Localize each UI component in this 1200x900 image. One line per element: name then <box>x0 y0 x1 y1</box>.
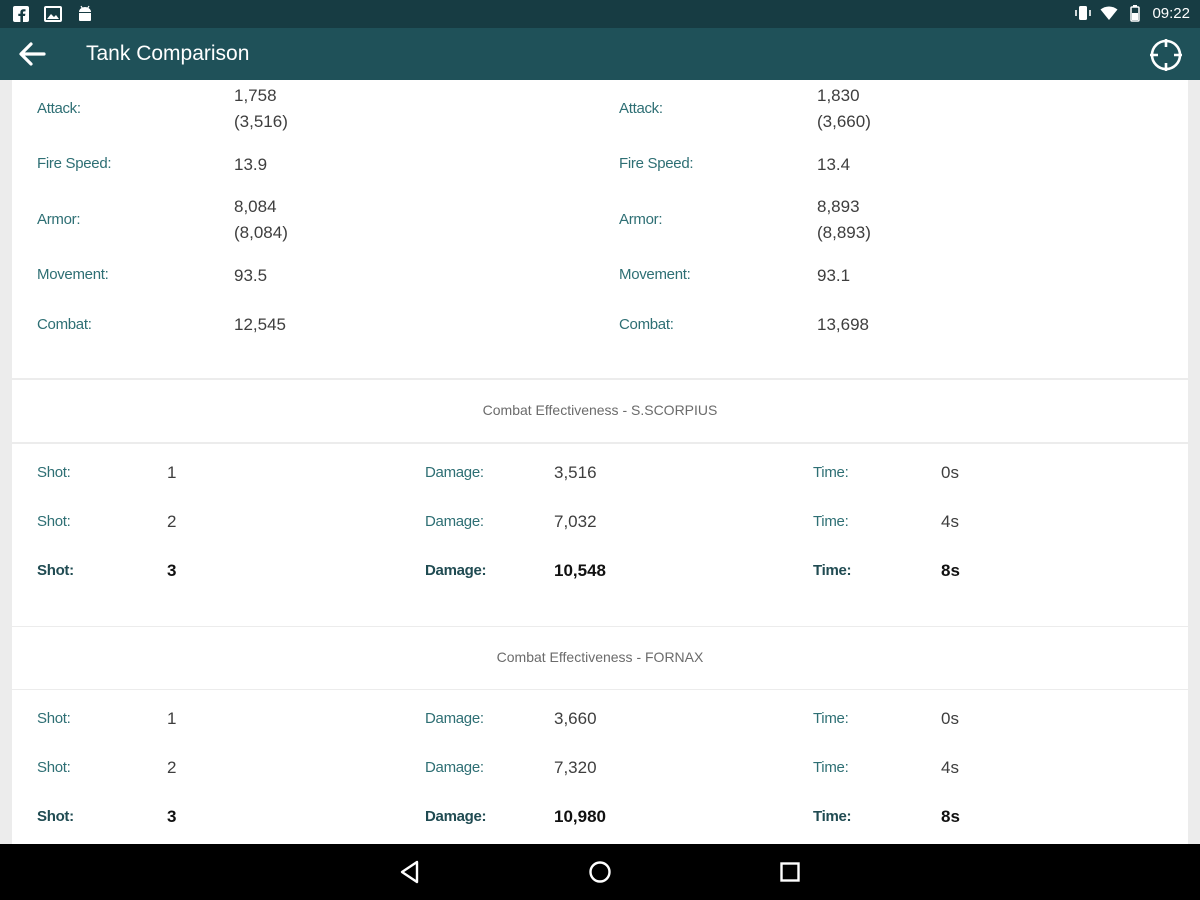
attack-sub-value: (3,660) <box>817 112 871 131</box>
effectiveness-header: Combat Effectiveness - S.SCORPIUS <box>12 380 1188 442</box>
shot-label: Shot: <box>37 710 71 727</box>
vibrate-icon <box>1075 6 1092 20</box>
effectiveness-table: Shot: 1 Damage: 3,660 Time: 0s Shot: 2 D… <box>12 690 1188 844</box>
time-label: Time: <box>813 464 849 481</box>
damage-label: Damage: <box>425 808 487 825</box>
time-label: Time: <box>813 513 849 530</box>
effectiveness-header: Combat Effectiveness - FORNAX <box>12 627 1188 689</box>
shot-label: Shot: <box>37 464 71 481</box>
shot-label: Shot: <box>37 513 71 530</box>
comparison-content[interactable]: Attack: 1,758 (3,516) Fire Speed: 13.9 A… <box>0 80 1200 844</box>
shot-value: 2 <box>167 758 177 777</box>
fire-speed-value: 13.9 <box>234 155 268 174</box>
damage-value: 7,320 <box>554 758 597 777</box>
page-title: Tank Comparison <box>86 42 250 65</box>
shot-label: Shot: <box>37 759 71 776</box>
attack-label: Attack: <box>37 100 81 117</box>
navigation-bar <box>0 844 1200 900</box>
damage-value: 3,660 <box>554 709 597 728</box>
time-value: 0s <box>941 709 959 728</box>
shot-value: 3 <box>167 561 177 580</box>
combat-label: Combat: <box>619 316 674 333</box>
movement-value: 93.5 <box>234 266 268 285</box>
back-triangle-icon[interactable] <box>396 858 424 886</box>
fire-speed-label: Fire Speed: <box>619 155 694 172</box>
arrow-back-icon[interactable] <box>14 38 50 70</box>
status-right-icons: 09:22 <box>1074 4 1190 22</box>
time-value: 4s <box>941 512 959 531</box>
app-bar: Tank Comparison <box>0 28 1200 80</box>
damage-value: 10,980 <box>554 807 606 826</box>
damage-label: Damage: <box>425 513 484 530</box>
facebook-icon <box>13 6 29 22</box>
damage-value: 10,548 <box>554 561 606 580</box>
armor-value: 8,893 <box>817 197 860 216</box>
movement-label: Movement: <box>37 266 109 283</box>
battery-icon <box>1130 5 1141 22</box>
time-value: 0s <box>941 463 959 482</box>
shot-label: Shot: <box>37 562 74 579</box>
shot-value: 2 <box>167 512 177 531</box>
time-label: Time: <box>813 759 849 776</box>
effectiveness-title: Combat Effectiveness - S.SCORPIUS <box>482 402 718 418</box>
armor-value: 8,084 <box>234 197 277 216</box>
armor-label: Armor: <box>619 211 663 228</box>
movement-label: Movement: <box>619 266 691 283</box>
shot-label: Shot: <box>37 808 74 825</box>
time-label: Time: <box>813 710 849 727</box>
time-value: 8s <box>941 807 960 826</box>
combat-label: Combat: <box>37 316 92 333</box>
damage-value: 7,032 <box>554 512 597 531</box>
time-value: 4s <box>941 758 959 777</box>
damage-value: 3,516 <box>554 463 597 482</box>
status-bar: 09:22 <box>0 0 1200 28</box>
shot-value: 1 <box>167 709 177 728</box>
attack-value: 1,830 <box>817 86 860 105</box>
fire-speed-value: 13.4 <box>817 155 851 174</box>
attack-sub-value: (3,516) <box>234 112 288 131</box>
attack-value: 1,758 <box>234 86 277 105</box>
damage-label: Damage: <box>425 710 484 727</box>
image-icon <box>44 6 62 22</box>
crosshair-icon[interactable] <box>1148 37 1184 73</box>
time-label: Time: <box>813 562 852 579</box>
time-value: 8s <box>941 561 960 580</box>
armor-sub-value: (8,084) <box>234 223 288 242</box>
wifi-icon <box>1100 6 1118 20</box>
damage-label: Damage: <box>425 759 484 776</box>
effectiveness-table: Shot: 1 Damage: 3,516 Time: 0s Shot: 2 D… <box>12 444 1188 626</box>
clock-time: 09:22 <box>1152 4 1190 22</box>
shot-value: 3 <box>167 807 177 826</box>
damage-label: Damage: <box>425 464 484 481</box>
attack-label: Attack: <box>619 100 663 117</box>
armor-sub-value: (8,893) <box>817 223 871 242</box>
damage-label: Damage: <box>425 562 487 579</box>
recents-square-icon[interactable] <box>776 858 804 886</box>
effectiveness-title: Combat Effectiveness - FORNAX <box>496 649 704 665</box>
combat-value: 13,698 <box>817 315 869 334</box>
status-left-icons <box>12 5 94 23</box>
armor-label: Armor: <box>37 211 81 228</box>
fire-speed-label: Fire Speed: <box>37 155 112 172</box>
time-label: Time: <box>813 808 852 825</box>
movement-value: 93.1 <box>817 266 851 285</box>
combat-value: 12,545 <box>234 315 286 334</box>
android-icon <box>79 5 91 21</box>
stats-card: Attack: 1,758 (3,516) Fire Speed: 13.9 A… <box>12 80 1188 378</box>
shot-value: 1 <box>167 463 177 482</box>
home-circle-icon[interactable] <box>586 858 614 886</box>
